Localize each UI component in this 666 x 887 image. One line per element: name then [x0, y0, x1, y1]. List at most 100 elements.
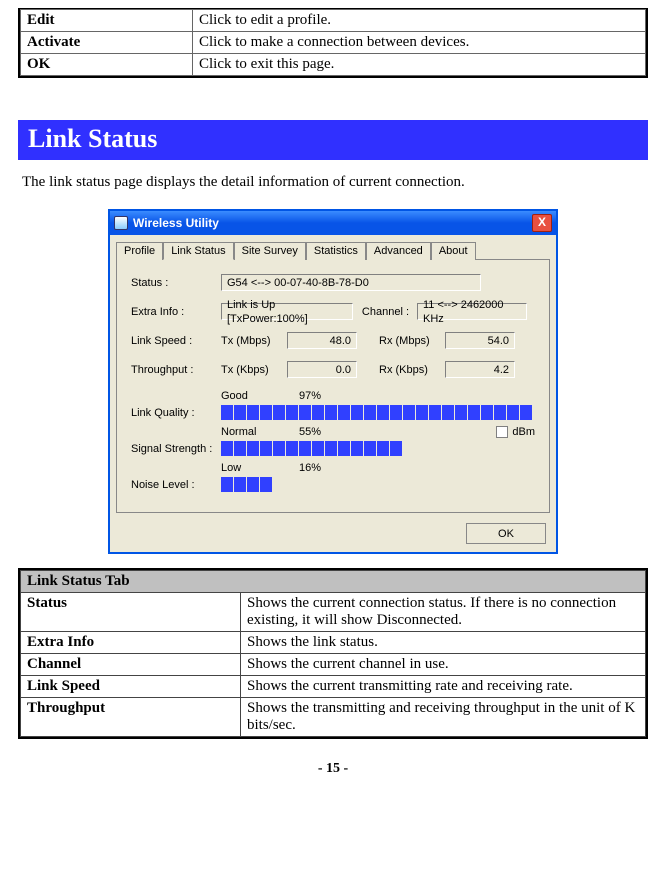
table: EditClick to edit a profile.ActivateClic… — [20, 9, 646, 76]
row-label: Link Speed — [21, 676, 241, 698]
checkbox-icon[interactable] — [496, 426, 508, 438]
bar-segment — [221, 477, 233, 492]
dbm-toggle[interactable]: dBm — [496, 426, 535, 438]
title-bar: Wireless Utility X — [110, 211, 556, 235]
bar-segment — [234, 405, 246, 420]
label-tx-kbps: Tx (Kbps) — [221, 364, 279, 376]
row-desc: Click to exit this page. — [193, 54, 646, 76]
value-status: G54 <--> 00-07-40-8B-78-D0 — [221, 274, 481, 291]
label-channel: Channel : — [361, 306, 409, 318]
label-signal-strength: Signal Strength : — [131, 443, 213, 455]
tab-link-status[interactable]: Link Status — [163, 242, 233, 260]
value-tx-mbps: 48.0 — [287, 332, 357, 349]
bar-segment — [416, 405, 428, 420]
row-desc: Shows the current transmitting rate and … — [241, 676, 646, 698]
bar-segment — [325, 441, 337, 456]
bar-segment — [455, 405, 467, 420]
tab-site-survey[interactable]: Site Survey — [234, 242, 306, 260]
label-normal: Normal — [221, 426, 273, 438]
value-normal-pct: 55% — [283, 426, 321, 438]
bar-segment — [403, 405, 415, 420]
value-channel: 11 <--> 2462000 KHz — [417, 303, 527, 320]
bar-signal-strength — [221, 441, 402, 456]
bar-segment — [260, 405, 272, 420]
bar-segment — [377, 441, 389, 456]
table-row: Extra InfoShows the link status. — [21, 632, 646, 654]
intro-text: The link status page displays the detail… — [22, 174, 648, 191]
bar-segment — [286, 405, 298, 420]
app-icon — [114, 216, 128, 230]
label-rx-mbps: Rx (Mbps) — [379, 335, 437, 347]
tab-strip: ProfileLink StatusSite SurveyStatisticsA… — [110, 235, 556, 259]
row-label: Activate — [21, 32, 193, 54]
bar-segment — [247, 477, 259, 492]
bar-segment — [429, 405, 441, 420]
value-rx-kbps: 4.2 — [445, 361, 515, 378]
bar-segment — [338, 405, 350, 420]
table-row: StatusShows the current connection statu… — [21, 593, 646, 632]
label-good: Good — [221, 390, 273, 402]
tab-about[interactable]: About — [431, 242, 476, 260]
label-tx-mbps: Tx (Mbps) — [221, 335, 279, 347]
bar-segment — [481, 405, 493, 420]
row-label: Extra Info — [21, 632, 241, 654]
row-desc: Click to edit a profile. — [193, 10, 646, 32]
bar-segment — [364, 441, 376, 456]
section-title-bar: Link Status — [18, 120, 648, 160]
row-label: Throughput — [21, 698, 241, 737]
table-row: OKClick to exit this page. — [21, 54, 646, 76]
label-status: Status : — [131, 277, 213, 289]
table-row: EditClick to edit a profile. — [21, 10, 646, 32]
label-rx-kbps: Rx (Kbps) — [379, 364, 437, 376]
link-status-tab-table: Link Status Tab StatusShows the current … — [18, 568, 648, 739]
bar-segment — [221, 441, 233, 456]
close-icon[interactable]: X — [532, 214, 552, 232]
row-desc: Click to make a connection between devic… — [193, 32, 646, 54]
row-label: OK — [21, 54, 193, 76]
value-good-pct: 97% — [283, 390, 321, 402]
label-low: Low — [221, 462, 273, 474]
bar-segment — [299, 441, 311, 456]
bar-segment — [351, 441, 363, 456]
value-rx-mbps: 54.0 — [445, 332, 515, 349]
table-row: Link SpeedShows the current transmitting… — [21, 676, 646, 698]
ok-button[interactable]: OK — [466, 523, 546, 544]
tab-panel-link-status: Status : G54 <--> 00-07-40-8B-78-D0 Extr… — [116, 259, 550, 513]
bar-segment — [442, 405, 454, 420]
table: Link Status Tab StatusShows the current … — [20, 570, 646, 737]
bar-segment — [351, 405, 363, 420]
bar-segment — [234, 477, 246, 492]
bar-noise-level — [221, 477, 272, 492]
label-link-quality: Link Quality : — [131, 407, 213, 419]
table-row: ActivateClick to make a connection betwe… — [21, 32, 646, 54]
row-desc: Shows the transmitting and receiving thr… — [241, 698, 646, 737]
table-row: ChannelShows the current channel in use. — [21, 654, 646, 676]
row-desc: Shows the current connection status. If … — [241, 593, 646, 632]
tab-profile[interactable]: Profile — [116, 242, 163, 260]
tab-statistics[interactable]: Statistics — [306, 242, 366, 260]
window-title: Wireless Utility — [133, 216, 219, 230]
row-desc: Shows the current channel in use. — [241, 654, 646, 676]
tab-advanced[interactable]: Advanced — [366, 242, 431, 260]
value-low-pct: 16% — [283, 462, 321, 474]
bar-segment — [468, 405, 480, 420]
value-tx-kbps: 0.0 — [287, 361, 357, 378]
row-label: Edit — [21, 10, 193, 32]
bar-segment — [273, 441, 285, 456]
label-link-speed: Link Speed : — [131, 335, 213, 347]
bar-segment — [325, 405, 337, 420]
bar-segment — [377, 405, 389, 420]
table-row: ThroughputShows the transmitting and rec… — [21, 698, 646, 737]
label-noise-level: Noise Level : — [131, 479, 213, 491]
value-extra-info: Link is Up [TxPower:100%] — [221, 303, 353, 320]
bar-segment — [390, 441, 402, 456]
bar-segment — [234, 441, 246, 456]
bar-segment — [299, 405, 311, 420]
bar-segment — [286, 441, 298, 456]
top-actions-table: EditClick to edit a profile.ActivateClic… — [18, 8, 648, 78]
bar-segment — [390, 405, 402, 420]
bar-segment — [312, 405, 324, 420]
label-throughput: Throughput : — [131, 364, 213, 376]
row-label: Status — [21, 593, 241, 632]
bar-segment — [520, 405, 532, 420]
